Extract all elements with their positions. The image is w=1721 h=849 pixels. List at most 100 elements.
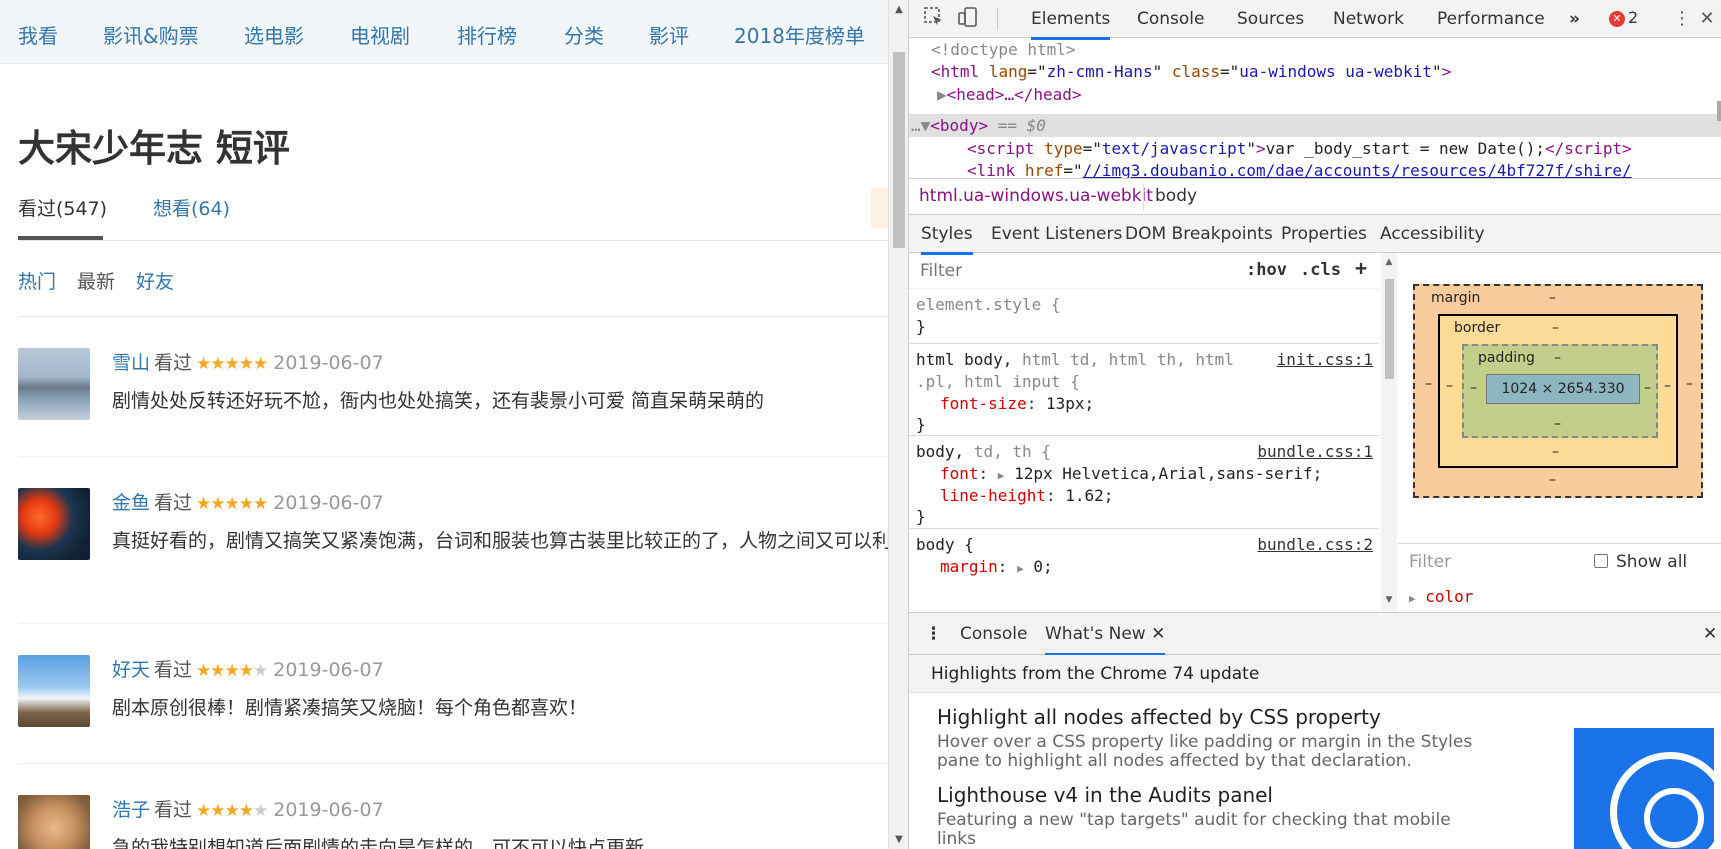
dom-node-head[interactable]: ▶<head>…</head> bbox=[937, 83, 1082, 106]
dom-scrollbar[interactable] bbox=[1717, 66, 1721, 176]
rule-source-link[interactable]: bundle.css:2 bbox=[1257, 533, 1373, 556]
margin-right-value[interactable]: – bbox=[1686, 376, 1693, 392]
comment-user[interactable]: 浩子 bbox=[112, 799, 150, 821]
close-devtools-icon[interactable]: ✕ bbox=[1697, 6, 1717, 32]
expand-shorthand-icon[interactable]: ▶ bbox=[998, 469, 1005, 482]
subtab-event-listeners[interactable]: Event Listeners bbox=[991, 224, 1122, 244]
tab-seen[interactable]: 看过(547) bbox=[18, 194, 107, 221]
rule-property[interactable]: line-height: 1.62; bbox=[940, 484, 1113, 507]
rule-property[interactable]: font-size: 13px; bbox=[940, 392, 1094, 415]
comment-user[interactable]: 雪山 bbox=[112, 352, 150, 374]
nav-item-reviews[interactable]: 影评 bbox=[649, 20, 689, 49]
tab-sources[interactable]: Sources bbox=[1237, 9, 1304, 29]
comment-user[interactable]: 金鱼 bbox=[112, 492, 150, 514]
tab-network[interactable]: Network bbox=[1333, 9, 1404, 29]
nav-item-movies[interactable]: 选电影 bbox=[244, 20, 304, 49]
dom-scroll-thumb[interactable] bbox=[1717, 101, 1721, 121]
whats-new-item[interactable]: Lighthouse v4 in the Audits panel Featur… bbox=[937, 783, 1477, 849]
hover-state-toggle[interactable]: :hov bbox=[1246, 260, 1287, 280]
nav-item-showtimes[interactable]: 影讯&购票 bbox=[103, 20, 199, 49]
breadcrumb-html[interactable]: html.ua-windows.ua-webkit bbox=[919, 186, 1153, 206]
tab-want[interactable]: 想看(64) bbox=[153, 194, 230, 221]
scroll-up-arrow-icon[interactable]: ▲ bbox=[889, 4, 909, 15]
dom-node-script[interactable]: <script type="text/javascript">var _body… bbox=[967, 137, 1632, 160]
rule-element-style[interactable]: element.style { } bbox=[909, 289, 1379, 344]
padding-right-value[interactable]: – bbox=[1644, 380, 1651, 396]
dom-node-html[interactable]: <html lang="zh-cmn-Hans" class="ua-windo… bbox=[931, 60, 1451, 83]
page-scrollbar[interactable]: ▲ ▼ bbox=[888, 0, 908, 849]
dom-node-link[interactable]: <link href="//img3.doubanio.com/dae/acco… bbox=[967, 159, 1632, 178]
styles-scroll-thumb[interactable] bbox=[1385, 279, 1394, 379]
error-counter[interactable]: ✕ 2 bbox=[1609, 8, 1638, 27]
expand-shorthand-icon[interactable]: ▶ bbox=[1017, 562, 1024, 575]
show-all-checkbox[interactable]: Show all bbox=[1594, 552, 1687, 572]
close-tab-icon[interactable]: ✕ bbox=[1151, 624, 1165, 644]
comment-user[interactable]: 好天 bbox=[112, 659, 150, 681]
box-model-margin[interactable]: margin – – – – border – – – – padding – … bbox=[1413, 284, 1703, 498]
rule-html-body[interactable]: html body, html td, html th, html init.c… bbox=[909, 344, 1379, 436]
rule-body-td-th[interactable]: body, td, th { bundle.css:1 font: ▶ 12px… bbox=[909, 436, 1379, 529]
nav-item-categories[interactable]: 分类 bbox=[564, 20, 604, 49]
margin-bottom-value[interactable]: – bbox=[1549, 472, 1556, 488]
scroll-up-arrow-icon[interactable]: ▲ bbox=[1381, 257, 1397, 267]
rule-property[interactable]: margin: ▶ 0; bbox=[940, 555, 1053, 578]
nav-item-charts[interactable]: 排行榜 bbox=[457, 20, 517, 49]
box-model-border[interactable]: border – – – – padding – – – – 1024 × 26… bbox=[1438, 314, 1678, 468]
scroll-thumb[interactable] bbox=[893, 52, 905, 248]
tab-elements[interactable]: Elements bbox=[1031, 9, 1111, 40]
styles-scrollbar[interactable]: ▲ ▼ bbox=[1381, 253, 1397, 612]
scroll-down-arrow-icon[interactable]: ▼ bbox=[1381, 595, 1397, 605]
tab-performance[interactable]: Performance bbox=[1437, 9, 1545, 29]
subtab-dom-breakpoints[interactable]: DOM Breakpoints bbox=[1125, 224, 1273, 244]
class-toggle[interactable]: .cls bbox=[1300, 260, 1341, 280]
expand-triangle-icon[interactable]: ▶ bbox=[937, 85, 947, 104]
inspect-element-icon[interactable] bbox=[921, 6, 947, 32]
avatar[interactable] bbox=[18, 655, 90, 727]
avatar[interactable] bbox=[18, 795, 90, 849]
subtab-properties[interactable]: Properties bbox=[1281, 224, 1367, 244]
computed-filter-input[interactable]: Filter bbox=[1409, 552, 1451, 572]
drawer-tab-whats-new[interactable]: What's New ✕ bbox=[1045, 624, 1166, 656]
margin-left-value[interactable]: – bbox=[1425, 376, 1432, 392]
filter-latest[interactable]: 最新 bbox=[77, 267, 115, 294]
customize-menu-icon[interactable]: ⋮ bbox=[1669, 6, 1695, 32]
expand-triangle-icon[interactable]: ▶ bbox=[1409, 592, 1416, 605]
box-model-padding[interactable]: padding – – – – 1024 × 2654.330 bbox=[1462, 344, 1658, 438]
filter-hot[interactable]: 热门 bbox=[18, 267, 56, 294]
breadcrumb-body[interactable]: body bbox=[1155, 186, 1197, 206]
drawer-tab-console[interactable]: Console bbox=[960, 624, 1028, 644]
subtab-accessibility[interactable]: Accessibility bbox=[1380, 224, 1485, 244]
collapse-triangle-icon[interactable]: ▼ bbox=[921, 116, 931, 135]
new-rule-plus-icon[interactable]: + bbox=[1355, 256, 1367, 280]
border-bottom-value[interactable]: – bbox=[1552, 444, 1559, 460]
rule-body[interactable]: body { bundle.css:2 margin: ▶ 0; bbox=[909, 529, 1379, 612]
nav-item-2018-list[interactable]: 2018年度榜单 bbox=[734, 20, 865, 49]
computed-property-color[interactable]: ▶ color bbox=[1409, 587, 1473, 606]
padding-bottom-value[interactable]: – bbox=[1554, 416, 1561, 432]
border-right-value[interactable]: – bbox=[1664, 378, 1671, 394]
rule-source-link[interactable]: bundle.css:1 bbox=[1257, 440, 1373, 463]
scroll-down-arrow-icon[interactable]: ▼ bbox=[889, 834, 909, 845]
padding-left-value[interactable]: – bbox=[1470, 380, 1477, 396]
subtab-styles[interactable]: Styles bbox=[921, 224, 973, 255]
whats-new-item-title[interactable]: Lighthouse v4 in the Audits panel bbox=[937, 783, 1477, 807]
whats-new-item-title[interactable]: Highlight all nodes affected by CSS prop… bbox=[937, 705, 1477, 729]
box-model-content[interactable]: 1024 × 2654.330 bbox=[1486, 374, 1640, 404]
close-drawer-icon[interactable]: ✕ bbox=[1703, 624, 1717, 644]
styles-filter-input[interactable] bbox=[914, 257, 1232, 285]
avatar[interactable] bbox=[18, 488, 90, 560]
nav-item-tv[interactable]: 电视剧 bbox=[350, 20, 410, 49]
dom-doctype[interactable]: <!doctype html> bbox=[931, 38, 1076, 61]
rule-source-link[interactable]: init.css:1 bbox=[1277, 348, 1373, 371]
tab-console[interactable]: Console bbox=[1137, 9, 1205, 29]
link-attr-value[interactable]: //img3.doubanio.com/dae/accounts/resourc… bbox=[1083, 161, 1632, 178]
node-actions-icon[interactable]: … bbox=[911, 116, 921, 135]
dom-node-body[interactable]: …▼<body> == $0 bbox=[911, 114, 1046, 137]
border-top-value[interactable]: – bbox=[1552, 320, 1559, 336]
rule-property[interactable]: font: ▶ 12px Helvetica,Arial,sans-serif; bbox=[940, 462, 1322, 485]
nav-item-mine[interactable]: 我看 bbox=[18, 20, 58, 49]
border-left-value[interactable]: – bbox=[1446, 378, 1453, 394]
checkbox-icon[interactable] bbox=[1594, 554, 1608, 568]
margin-top-value[interactable]: – bbox=[1549, 290, 1556, 306]
avatar[interactable] bbox=[18, 348, 90, 420]
